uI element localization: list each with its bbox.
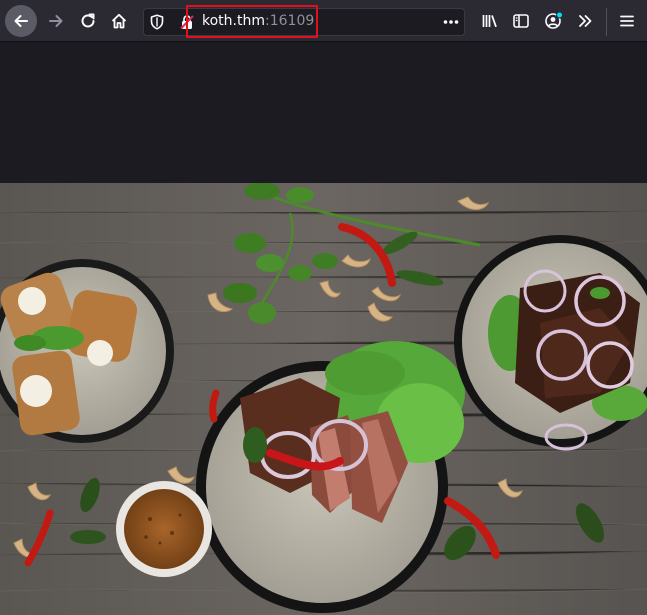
reload-icon <box>81 13 95 28</box>
browser-toolbar: koth.thm:16109 <box>0 0 647 42</box>
sidebar-button[interactable] <box>506 6 536 36</box>
home-button[interactable] <box>104 6 134 36</box>
url-text[interactable]: koth.thm:16109 <box>202 13 314 29</box>
overflow-menu-button[interactable] <box>570 6 600 36</box>
menu-icon <box>620 15 634 27</box>
library-button[interactable] <box>475 6 505 36</box>
account-icon <box>545 11 563 29</box>
account-button[interactable] <box>539 6 569 36</box>
reload-button[interactable] <box>73 6 103 36</box>
shield-icon <box>150 14 164 30</box>
back-button[interactable] <box>5 5 37 37</box>
app-menu-button[interactable] <box>612 6 642 36</box>
forward-arrow-icon <box>49 15 63 27</box>
sidebar-icon <box>513 14 529 28</box>
library-icon <box>482 15 497 28</box>
tracking-protection-button[interactable] <box>144 8 170 36</box>
page-actions-icon <box>443 20 459 24</box>
toolbar-separator <box>606 8 607 36</box>
back-arrow-icon <box>14 15 28 27</box>
page-top-blank-area <box>0 42 647 183</box>
home-icon <box>111 13 127 29</box>
overflow-chevron-icon <box>579 15 592 27</box>
forward-button[interactable] <box>41 6 71 36</box>
url-port: :16109 <box>265 13 315 29</box>
page-actions-button[interactable] <box>438 8 464 36</box>
url-host: koth.thm <box>202 13 265 29</box>
hero-food-image <box>0 183 647 615</box>
